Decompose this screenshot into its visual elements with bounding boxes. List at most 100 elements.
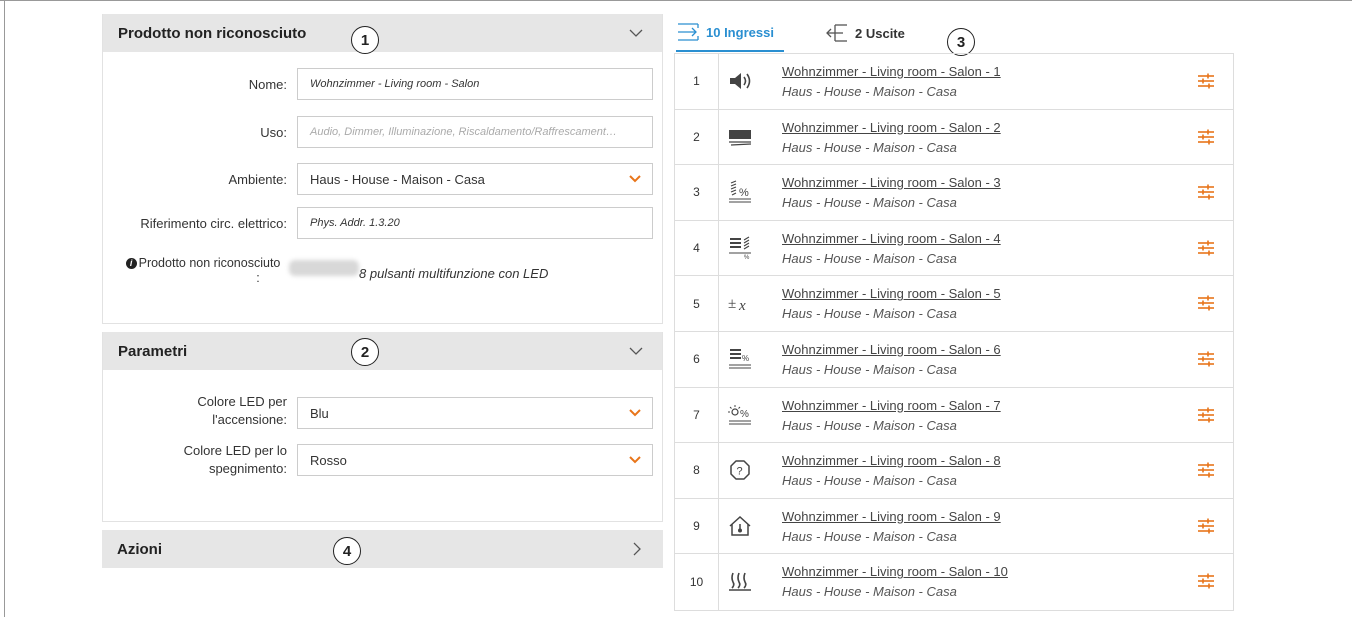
input-name-link[interactable]: Wohnzimmer - Living room - Salon - 5 [782,286,1001,301]
input-name-link[interactable]: Wohnzimmer - Living room - Salon - 3 [782,175,1001,190]
led-off-select-value: Rosso [310,452,347,468]
input-name-link[interactable]: Wohnzimmer - Living room - Salon - 4 [782,231,1001,246]
input-row[interactable]: 10 Wohnzimmer - Living room - Salon - 10 H… [675,554,1233,610]
input-location: Haus - House - Maison - Casa [782,417,957,433]
input-location: Haus - House - Maison - Casa [782,306,957,322]
input-number: 2 [675,109,719,165]
input-row[interactable]: 3% Wohnzimmer - Living room - Salon - 3 Ha… [675,165,1233,221]
input-row[interactable]: 2 Wohnzimmer - Living room - Salon - 2 Hau… [675,109,1233,166]
inputs-table: 1 Wohnzimmer - Living room - Salon - 1 Hau… [674,53,1234,611]
tab-outputs[interactable]: 2 Uscite [825,14,905,52]
settings-sliders-icon[interactable] [1197,240,1215,256]
unknown-icon: ? [727,457,753,483]
params-panel: Parametri Colore LED per l'accensione: B… [102,332,663,522]
settings-sliders-icon[interactable] [1197,407,1215,423]
callout-3: 3 [947,28,975,56]
input-name-link[interactable]: Wohnzimmer - Living room - Salon - 7 [782,398,1001,413]
window-left-border [4,0,5,617]
window-top-border [0,0,1352,1]
svg-text:%: % [740,409,749,420]
input-location: Haus - House - Maison - Casa [782,84,957,99]
svg-text:%: % [742,354,749,363]
chevron-down-icon[interactable] [628,25,644,41]
house-temperature-icon [727,513,753,539]
input-name-link[interactable]: Wohnzimmer - Living room - Salon - 10 [782,564,1008,579]
chevron-down-icon [629,409,641,417]
settings-sliders-icon[interactable] [1197,129,1215,145]
product-panel-header[interactable]: Prodotto non riconosciuto [103,14,662,52]
circuit-label: Riferimento circ. elettrico: [140,216,287,231]
name-field[interactable]: Wohnzimmer - Living room - Salon [297,68,653,100]
input-name-link[interactable]: Wohnzimmer - Living room - Salon - 6 [782,342,1001,357]
led-on-label-line1: Colore LED per [197,394,287,409]
input-number: 6 [675,331,719,387]
input-name-link[interactable]: Wohnzimmer - Living room - Salon - 2 [782,120,1001,135]
circuit-field[interactable]: Phys. Addr. 1.3.20 [297,207,653,239]
led-on-select[interactable]: Blu [297,397,653,429]
led-off-label-line2: spegnimento: [208,461,287,476]
room-label: Ambiente: [228,172,287,187]
light-percent-icon: % [727,402,753,428]
heating-icon [727,568,753,594]
input-arrow-icon [678,23,699,41]
input-number: 4 [675,220,719,276]
led-on-select-value: Blu [310,405,329,421]
callout-4: 4 [333,537,361,565]
input-row[interactable]: 4% Wohnzimmer - Living room - Salon - 4 Ha… [675,220,1233,277]
led-off-select[interactable]: Rosso [297,444,653,476]
svg-text:?: ? [737,466,743,478]
input-name-link[interactable]: Wohnzimmer - Living room - Salon - 8 [782,453,1001,468]
input-row[interactable]: 5 ± x Wohnzimmer - Living room - Salon - 5 H… [675,276,1233,332]
product-info-label: i Prodotto non riconosciuto : [115,256,291,286]
chevron-down-icon [629,175,641,183]
room-select-value: Haus - House - Maison - Casa [310,171,485,187]
room-select[interactable]: Haus - House - Maison - Casa [297,163,653,195]
actions-panel: Azioni [102,530,663,568]
plus-minus-x-icon: ± x [727,290,753,316]
svg-text:x: x [738,298,746,314]
led-off-label: Colore LED per lo spegnimento: [184,442,287,478]
svg-text:%: % [739,187,749,199]
params-panel-header[interactable]: Parametri [103,332,662,370]
callout-2: 2 [351,338,379,366]
settings-sliders-icon[interactable] [1197,462,1215,478]
settings-sliders-icon[interactable] [1197,184,1215,200]
speaker-icon [727,68,753,94]
input-number: 3 [675,165,719,220]
product-panel: Prodotto non riconosciuto Nome: Wohnzimm… [102,14,663,324]
use-field[interactable]: Audio, Dimmer, Illuminazione, Riscaldame… [297,116,653,148]
settings-sliders-icon[interactable] [1197,73,1215,89]
redacted-product-code [289,260,359,276]
settings-sliders-icon[interactable] [1197,351,1215,367]
input-name-link[interactable]: Wohnzimmer - Living room - Salon - 9 [782,509,1001,524]
chevron-down-icon [629,456,641,464]
input-location: Haus - House - Maison - Casa [782,584,957,600]
input-row[interactable]: 8? Wohnzimmer - Living room - Salon - 8 Ha… [675,443,1233,499]
input-name-link[interactable]: Wohnzimmer - Living room - Salon - 1 [782,64,1001,79]
name-label: Nome: [248,77,287,92]
led-off-label-line1: Colore LED per lo [183,443,287,458]
chevron-down-icon[interactable] [628,343,644,359]
input-location: Haus - House - Maison - Casa [782,528,957,544]
svg-text:±: ± [728,296,736,312]
settings-sliders-icon[interactable] [1197,573,1215,589]
settings-sliders-icon[interactable] [1197,295,1215,311]
actions-panel-header[interactable]: Azioni [102,530,663,568]
input-number: 8 [675,443,719,498]
input-location: Haus - House - Maison - Casa [782,139,957,155]
tab-outputs-label: 2 Uscite [855,25,905,41]
input-location: Haus - House - Maison - Casa [782,361,957,377]
tab-inputs[interactable]: 10 Ingressi [676,14,784,52]
input-number: 9 [675,498,719,554]
input-row[interactable]: 1 Wohnzimmer - Living room - Salon - 1 Hau… [675,54,1233,110]
input-row[interactable]: 9 Wohnzimmer - Living room - Salon - 9 Hau… [675,498,1233,555]
chevron-right-icon[interactable] [629,541,645,557]
input-row[interactable]: 7% Wohnzimmer - Living room - Salon - 7 Ha… [675,387,1233,444]
blind-dimmer-icon: % [727,235,753,261]
info-icon: i [125,258,137,270]
settings-sliders-icon[interactable] [1197,518,1215,534]
input-row[interactable]: 6% Wohnzimmer - Living room - Salon - 6 Ha… [675,331,1233,388]
use-label: Uso: [260,125,287,140]
product-info-value: 8 pulsanti multifunzione con LED [359,266,549,281]
tab-inputs-label: 10 Ingressi [706,24,774,40]
